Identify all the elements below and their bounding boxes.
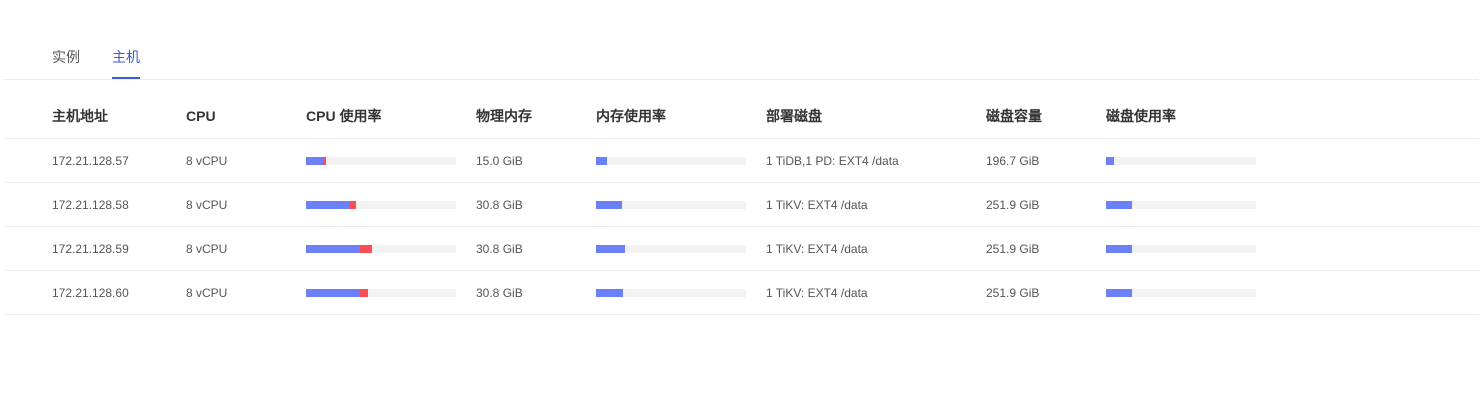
cpu-count: 8 vCPU (186, 241, 228, 256)
deploy-disk: 1 TiKV: EXT4 /data (766, 285, 868, 300)
cpu-usage-user-fill (306, 200, 350, 209)
host-address: 172.21.128.58 (52, 197, 129, 212)
memory-usage-cell (596, 183, 746, 226)
disk-capacity: 251.9 GiB (986, 241, 1040, 256)
column-header-memory-usage[interactable]: 内存使用率 (596, 94, 666, 138)
cpu-usage-user-fill (306, 244, 360, 253)
cpu-usage-system-fill (360, 288, 368, 297)
column-header-cpu[interactable]: CPU (186, 94, 216, 138)
physical-memory: 30.8 GiB (476, 285, 523, 300)
tab-hosts[interactable]: 主机 (112, 48, 140, 79)
cpu-count: 8 vCPU (186, 285, 228, 300)
column-header-disk-usage[interactable]: 磁盘使用率 (1106, 94, 1176, 138)
memory-usage-cell (596, 139, 746, 182)
disk-usage-cell (1106, 271, 1256, 314)
hosts-table: 主机地址 CPU CPU 使用率 物理内存 内存使用率 部署磁盘 磁盘容量 磁盘… (4, 94, 1479, 315)
table-row: 172.21.128.60 8 vCPU 30.8 GiB 1 TiKV: EXT4 … (4, 271, 1479, 315)
cpu-usage-user-fill (306, 156, 323, 165)
cpu-usage-cell (306, 139, 456, 182)
disk-usage-bar (1106, 200, 1256, 209)
cpu-usage-cell (306, 271, 456, 314)
cpu-usage-system-fill (350, 200, 356, 209)
cpu-usage-bar (306, 200, 456, 209)
disk-usage-fill (1106, 156, 1114, 165)
cpu-usage-cell (306, 227, 456, 270)
memory-usage-fill (596, 200, 622, 209)
disk-usage-bar (1106, 288, 1256, 297)
memory-usage-fill (596, 244, 625, 253)
cpu-usage-bar (306, 244, 456, 253)
memory-usage-cell (596, 271, 746, 314)
column-header-cpu-usage[interactable]: CPU 使用率 (306, 94, 381, 138)
cpu-count: 8 vCPU (186, 153, 228, 168)
disk-usage-bar (1106, 156, 1256, 165)
memory-usage-bar (596, 288, 746, 297)
disk-usage-fill (1106, 200, 1132, 209)
cpu-usage-bar (306, 288, 456, 297)
column-header-memory[interactable]: 物理内存 (476, 94, 532, 138)
table-row: 172.21.128.58 8 vCPU 30.8 GiB 1 TiKV: EXT4 … (4, 183, 1479, 227)
memory-usage-bar (596, 200, 746, 209)
host-address: 172.21.128.59 (52, 241, 129, 256)
column-header-host[interactable]: 主机地址 (52, 94, 108, 138)
physical-memory: 30.8 GiB (476, 241, 523, 256)
cpu-usage-cell (306, 183, 456, 226)
disk-usage-cell (1106, 183, 1256, 226)
host-address: 172.21.128.57 (52, 153, 129, 168)
cpu-usage-bar (306, 156, 456, 165)
deploy-disk: 1 TiKV: EXT4 /data (766, 197, 868, 212)
tab-instances[interactable]: 实例 (52, 48, 80, 79)
table-header: 主机地址 CPU CPU 使用率 物理内存 内存使用率 部署磁盘 磁盘容量 磁盘… (4, 94, 1479, 139)
disk-usage-cell (1106, 227, 1256, 270)
physical-memory: 30.8 GiB (476, 197, 523, 212)
column-header-disk-capacity[interactable]: 磁盘容量 (986, 94, 1042, 138)
cpu-usage-system-fill (323, 156, 326, 165)
disk-capacity: 251.9 GiB (986, 285, 1040, 300)
table-body: 172.21.128.57 8 vCPU 15.0 GiB 1 TiDB,1 PD: … (4, 139, 1479, 315)
deploy-disk: 1 TiDB,1 PD: EXT4 /data (766, 153, 899, 168)
memory-usage-fill (596, 288, 623, 297)
disk-usage-cell (1106, 139, 1256, 182)
disk-usage-bar (1106, 244, 1256, 253)
disk-capacity: 251.9 GiB (986, 197, 1040, 212)
host-address: 172.21.128.60 (52, 285, 129, 300)
memory-usage-bar (596, 244, 746, 253)
disk-usage-fill (1106, 288, 1132, 297)
cpu-usage-system-fill (360, 244, 372, 253)
cpu-usage-user-fill (306, 288, 360, 297)
disk-capacity: 196.7 GiB (986, 153, 1040, 168)
table-row: 172.21.128.57 8 vCPU 15.0 GiB 1 TiDB,1 PD: … (4, 139, 1479, 183)
memory-usage-cell (596, 227, 746, 270)
physical-memory: 15.0 GiB (476, 153, 523, 168)
page: 实例 主机 主机地址 CPU CPU 使用率 物理内存 内存使用率 部署磁盘 磁… (0, 0, 1480, 405)
cpu-count: 8 vCPU (186, 197, 228, 212)
memory-usage-fill (596, 156, 607, 165)
memory-usage-bar (596, 156, 746, 165)
column-header-deploy-disk[interactable]: 部署磁盘 (766, 94, 822, 138)
deploy-disk: 1 TiKV: EXT4 /data (766, 241, 868, 256)
tab-bar: 实例 主机 (4, 0, 1479, 80)
disk-usage-fill (1106, 244, 1132, 253)
table-row: 172.21.128.59 8 vCPU 30.8 GiB 1 TiKV: EXT4 … (4, 227, 1479, 271)
